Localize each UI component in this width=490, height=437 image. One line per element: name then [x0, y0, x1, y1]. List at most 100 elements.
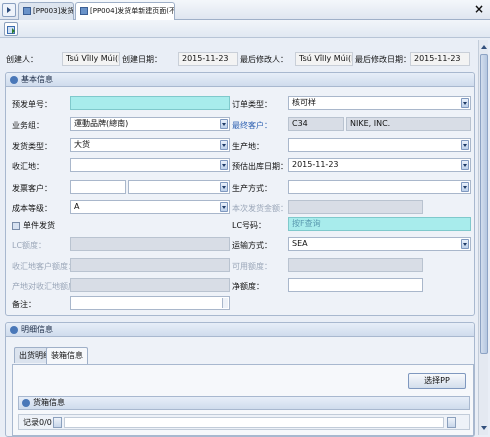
order-type-label: 订单类型：: [232, 100, 272, 109]
pick-pp-button[interactable]: 选择PP: [408, 373, 466, 389]
chevron-down-icon[interactable]: [461, 140, 469, 150]
available-amount-value: [288, 258, 423, 272]
next-page-icon[interactable]: [447, 417, 456, 428]
modifier-value: Tsú Vǐlly Múi(Irene T: [295, 52, 353, 66]
tab-pp004[interactable]: [PP004]发货单新建页面(不开放用!: [75, 2, 175, 20]
create-date-value: 2015-11-23: [178, 52, 238, 66]
cost-grade-value: A: [74, 202, 80, 211]
tab-pp003[interactable]: [PP003]发货单开立: [18, 2, 74, 20]
cost-grade-select[interactable]: A: [70, 200, 230, 214]
document-icon: [80, 7, 88, 15]
pager-bar: 记录0/0: [18, 414, 470, 430]
final-customer-label[interactable]: 最终客户：: [232, 120, 272, 132]
tab-label: [PP003]发货单开立: [33, 7, 74, 15]
net-weight-label: 净额度：: [232, 282, 264, 291]
chevron-down-icon[interactable]: [220, 182, 228, 192]
document-icon: [23, 7, 31, 15]
order-type-select[interactable]: 核可样: [288, 96, 471, 110]
scroll-down-icon[interactable]: [480, 423, 488, 433]
business-group-label: 业务组：: [12, 121, 44, 130]
chevron-down-icon[interactable]: [220, 160, 228, 170]
final-customer-name: NIKE, INC.: [346, 117, 471, 131]
box-info-header[interactable]: 货箱信息: [18, 396, 470, 410]
pre-order-no-label: 预发单号：: [12, 100, 52, 109]
export-icon[interactable]: [4, 22, 18, 36]
net-weight-input[interactable]: [288, 278, 423, 292]
production-mode-select[interactable]: [288, 180, 471, 194]
invoice-customer-select[interactable]: [128, 180, 230, 194]
create-date-label: 创建日期：: [122, 55, 162, 64]
ship-type-select[interactable]: 大货: [70, 138, 230, 152]
tab-label: [PP004]发货单新建页面(不开放用!: [90, 7, 174, 15]
receiver-amount-value: [70, 258, 230, 272]
receiver-amount-label: 收汇地客户额度：: [12, 262, 76, 271]
production-place-select[interactable]: [288, 138, 471, 152]
chevron-down-icon[interactable]: [461, 160, 469, 170]
modifier-label: 最后修改人：: [240, 55, 288, 64]
transport-select[interactable]: SEA: [288, 237, 471, 251]
creator-value: Tsú Vǐlly Múi(Irene T: [62, 52, 120, 66]
lc-amount-label: LC额度：: [12, 241, 47, 250]
remark-expand-icon[interactable]: [222, 298, 228, 308]
lc-no-label: LC号码：: [232, 221, 267, 230]
detail-info-title: 明细信息: [21, 325, 53, 334]
creator-label: 创建人：: [6, 55, 38, 64]
close-icon[interactable]: ×: [473, 2, 485, 16]
chevron-down-icon[interactable]: [461, 239, 469, 249]
invoice-customer-code-input[interactable]: [70, 180, 126, 194]
document-tab-bar: [PP003]发货单开立 [PP004]发货单新建页面(不开放用! ×: [0, 0, 490, 20]
cost-grade-label: 成本等级：: [12, 204, 52, 213]
collapse-icon: [22, 399, 30, 407]
collapse-icon: [10, 76, 18, 84]
scroll-up-icon[interactable]: [480, 42, 488, 52]
expected-date-value: 2015-11-23: [292, 160, 339, 169]
detail-tab-strip: 出货明细 装箱信息: [14, 347, 214, 364]
transport-label: 运输方式：: [232, 241, 272, 250]
ship-type-label: 发货类型：: [12, 142, 52, 151]
scroll-thumb[interactable]: [480, 54, 488, 354]
chevron-down-icon[interactable]: [220, 119, 228, 129]
production-mode-label: 生产方式：: [232, 184, 272, 193]
single-ship-checkbox[interactable]: [12, 222, 20, 230]
modify-date-value: 2015-11-23: [410, 52, 470, 66]
tab-packing-info[interactable]: 装箱信息: [46, 347, 88, 364]
chevron-down-icon[interactable]: [220, 202, 228, 212]
transport-value: SEA: [292, 239, 308, 248]
ship-type-value: 大货: [74, 140, 90, 149]
tab-scroll-left-icon[interactable]: [2, 3, 16, 17]
records-track: [64, 417, 444, 428]
receive-place-label: 收汇地：: [12, 162, 44, 171]
chevron-down-icon[interactable]: [461, 182, 469, 192]
final-customer-code: C34: [288, 117, 344, 131]
business-group-value: 運動品牌(總南): [74, 119, 129, 128]
remark-label: 备注：: [12, 300, 36, 309]
records-label: 记录0/0: [23, 418, 52, 427]
lc-amount-value: [70, 237, 230, 251]
invoice-customer-label: 发票客户：: [12, 184, 52, 193]
available-amount-label: 可用额度：: [232, 262, 272, 271]
production-receive-value: [70, 278, 230, 292]
vertical-scrollbar[interactable]: [478, 40, 488, 435]
current-amount-value: [288, 200, 423, 214]
box-info-title: 货箱信息: [33, 398, 65, 407]
detail-info-header[interactable]: 明细信息: [6, 323, 474, 337]
basic-info-title: 基本信息: [21, 75, 53, 84]
chevron-down-icon[interactable]: [220, 140, 228, 150]
prev-page-icon[interactable]: [53, 417, 62, 428]
single-ship-label: 单件发货: [23, 221, 55, 230]
expected-date-label: 预估出库日期：: [232, 162, 288, 171]
order-type-value: 核可样: [292, 98, 316, 107]
expected-date-picker[interactable]: 2015-11-23: [288, 158, 471, 172]
modify-date-label: 最后修改日期：: [355, 55, 411, 64]
production-place-label: 生产地：: [232, 142, 264, 151]
toolbar: [0, 20, 490, 38]
receive-place-select[interactable]: [70, 158, 230, 172]
remark-input[interactable]: [70, 296, 230, 310]
chevron-down-icon[interactable]: [461, 98, 469, 108]
current-amount-label: 本次发货金额：: [232, 204, 288, 213]
lc-no-input[interactable]: 按F查询: [288, 217, 471, 231]
basic-info-header[interactable]: 基本信息: [6, 73, 474, 87]
business-group-select[interactable]: 運動品牌(總南): [70, 117, 230, 131]
pre-order-no-input[interactable]: [70, 96, 230, 110]
collapse-icon: [10, 326, 18, 334]
